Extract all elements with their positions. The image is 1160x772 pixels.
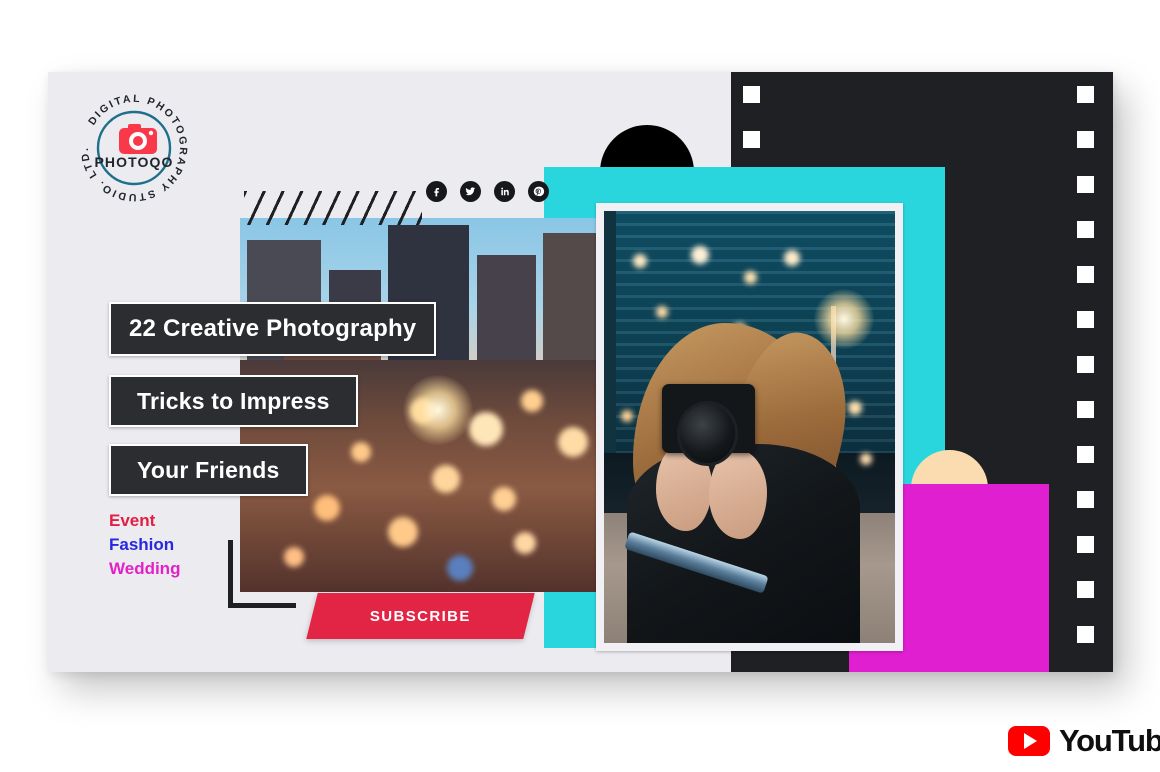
category-fashion: Fashion [109, 535, 175, 554]
headline-line-1: 22 Creative Photography [109, 302, 437, 356]
film-perforation [1077, 266, 1094, 283]
subscribe-button[interactable]: SUBSCRIBE [306, 593, 535, 639]
category-event: Event [109, 511, 156, 530]
film-perforation [1077, 356, 1094, 373]
photoqo-logo: DIGITAL PHOTOGRAPHY STUDIO. LTD. PHOTOQO [70, 84, 198, 212]
film-perforation [743, 86, 760, 103]
youtube-play-icon [1008, 726, 1050, 756]
video-thumbnail-card: DIGITAL PHOTOGRAPHY STUDIO. LTD. PHOTOQO [48, 72, 1113, 672]
social-links[interactable] [426, 181, 549, 202]
pinterest-icon[interactable] [528, 181, 549, 202]
facebook-icon[interactable] [426, 181, 447, 202]
thumbnail-canvas: DIGITAL PHOTOGRAPHY STUDIO. LTD. PHOTOQO [0, 0, 1160, 772]
logo-wordmark: PHOTOQO [94, 154, 173, 170]
film-perforations-right [1077, 72, 1101, 672]
main-photo-frame [596, 203, 903, 651]
youtube-wordmark: YouTube [1059, 723, 1160, 758]
film-perforation [1077, 176, 1094, 193]
photographer-photo [604, 211, 895, 643]
film-perforation [1077, 446, 1094, 463]
headline-line-3: Your Friends [109, 444, 308, 496]
film-perforation [1077, 401, 1094, 418]
hatch-lines-decoration [244, 191, 422, 225]
film-perforation [1077, 536, 1094, 553]
film-perforation [1077, 131, 1094, 148]
film-perforation [1077, 581, 1094, 598]
twitter-icon[interactable] [460, 181, 481, 202]
film-perforation [743, 131, 760, 148]
black-square-decoration [731, 648, 849, 672]
film-perforation [1077, 86, 1094, 103]
headline-line-2: Tricks to Impress [109, 375, 358, 427]
corner-bracket-decoration [228, 540, 296, 608]
category-wedding: Wedding [109, 559, 181, 578]
linkedin-icon[interactable] [494, 181, 515, 202]
film-perforation [1077, 626, 1094, 643]
film-perforation [1077, 491, 1094, 508]
category-list: Event Fashion Wedding [109, 512, 180, 577]
youtube-branding: YouTube [1008, 723, 1160, 759]
film-perforation [1077, 311, 1094, 328]
subscribe-label: SUBSCRIBE [370, 607, 471, 625]
film-perforation [1077, 221, 1094, 238]
